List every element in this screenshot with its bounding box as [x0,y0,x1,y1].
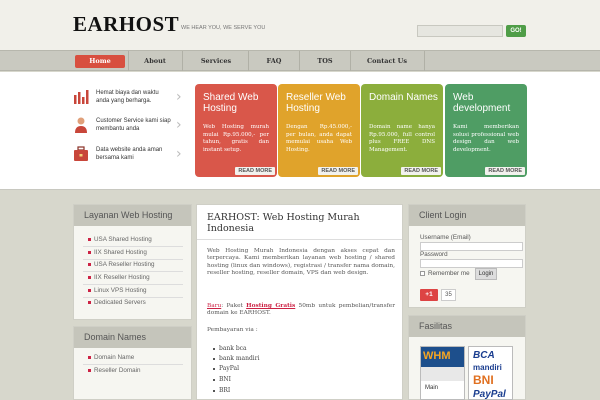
service-box-desc: Dengan Rp.45.000,- per bulan, anda dapat… [286,124,352,153]
feature-text: Hemat biaya dan waktu anda yang berharga… [96,90,159,104]
sidebar-domain-title: Domain Names [74,327,191,348]
google-plus-button[interactable]: +1 [420,289,438,301]
read-more-button[interactable]: READ MORE [235,167,275,175]
intro-paragraph: Web Hosting Murah Indonesia dengan akses… [207,248,395,277]
list-item: BRI [212,387,231,394]
nav-faq[interactable]: FAQ [252,55,296,68]
nav-divider [128,51,129,71]
bni-logo: BNI [473,373,494,387]
username-label: Username (Email) [420,234,471,241]
bar-chart-icon [74,90,89,104]
sidebar-hosting-title: Layanan Web Hosting [74,205,191,226]
read-more-button[interactable]: READ MORE [401,167,441,175]
hosting-gratis-link[interactable]: Hosting Gratis [246,303,295,309]
chevron-right-icon: › [176,146,182,162]
nav-divider [248,51,249,71]
paypal-logo: PayPal [473,389,506,400]
sidebar-item[interactable]: IIX Shared Hosting [88,249,147,256]
sidebar-item[interactable]: Linux VPS Hosting [88,287,147,294]
login-button[interactable]: Login [475,268,497,280]
service-box-title: Web development [453,92,511,114]
feature-text: Customer Service kami siap membantu anda [96,118,171,132]
divider [83,271,183,272]
sidebar-domain-panel: Domain Names [73,326,192,400]
fasilitas-title: Fasilitas [409,316,525,337]
list-item: BNI [212,376,232,383]
whm-screenshot: WHM Main [420,346,465,400]
main-nav: Home About Services FAQ TOS Contact Us [0,50,600,71]
google-plus-count: 35 [441,289,456,301]
read-more-button[interactable]: READ MORE [485,167,525,175]
main-content: EARHOST: Web Hosting Murah Indonesia Web… [196,204,403,400]
username-field[interactable] [420,242,523,251]
chevron-right-icon: › [176,117,182,133]
sidebar-item[interactable]: USA Reseller Hosting [88,261,155,268]
nav-home[interactable]: Home [75,55,125,68]
nav-divider [299,51,300,71]
sidebar-item[interactable]: IIX Reseller Hosting [88,274,150,281]
page-title: EARHOST: Web Hosting Murah Indonesia [207,212,360,234]
remember-me-checkbox[interactable] [420,271,425,276]
header: EARHOST WE HEAR YOU, WE SERVE YOU GO! [0,0,600,50]
service-box-domain[interactable]: Domain Names Domain name hanya Rp.95.000… [361,84,443,177]
service-box-title: Shared Web Hosting [203,92,259,114]
whm-main-label: Main [425,385,439,391]
service-box-desc: Kami memberikan solusi professional web … [453,124,519,153]
divider [83,284,183,285]
bank-logos: BCA mandiri BNI PayPal [468,346,513,400]
nav-services[interactable]: Services [186,55,246,68]
divider [83,297,183,298]
service-box-desc: Domain name hanya Rp.95.000, full contro… [369,124,435,153]
bca-logo: BCA [473,350,495,361]
sidebar-item[interactable]: USA Shared Hosting [88,236,152,243]
nav-divider [182,51,183,71]
nav-divider [350,51,351,71]
whm-header: WHM [421,347,464,367]
site-logo[interactable]: EARHOST [73,12,179,37]
read-more-button[interactable]: READ MORE [318,167,358,175]
whm-menu-bar [421,367,464,381]
search-button[interactable]: GO! [506,25,526,37]
nav-tos[interactable]: TOS [303,55,347,68]
password-label: Password [420,251,448,258]
service-box-reseller[interactable]: Reseller Web Hosting Dengan Rp.45.000,- … [278,84,360,177]
divider [83,364,183,365]
service-box-webdev[interactable]: Web development Kami memberikan solusi p… [445,84,527,177]
chevron-right-icon: › [176,89,182,105]
list-item: bank bca [213,345,247,352]
mandiri-logo: mandiri [473,363,502,372]
search-input[interactable] [417,25,503,37]
divider [197,239,402,240]
service-box-desc: Web Hosting murah mulai Rp.95.000,- per … [203,124,269,153]
promo-new-link[interactable]: Baru [207,303,221,309]
feature-text: Data website anda aman bersama kami [96,147,163,161]
list-item: PayPal [213,365,239,372]
person-icon [75,117,87,133]
nav-about[interactable]: About [131,55,179,68]
divider [83,246,183,247]
whm-logo: WHM [423,350,451,362]
briefcase-icon [74,146,88,161]
site-tagline: WE HEAR YOU, WE SERVE YOU [181,25,266,31]
client-login-title: Client Login [409,205,525,226]
payment-label: Pembayaran via : [207,327,258,333]
list-item: bank mandiri [213,355,260,362]
remember-me-label: Remember me [428,270,470,277]
nav-contact[interactable]: Contact Us [354,55,420,68]
divider [83,259,183,260]
promo-text: : Paket [221,303,247,309]
sidebar-item[interactable]: Domain Name [87,354,134,361]
nav-divider [424,51,425,71]
service-box-shared[interactable]: Shared Web Hosting Web Hosting murah mul… [195,84,277,177]
service-box-title: Reseller Web Hosting [286,92,346,114]
sidebar-item[interactable]: Dedicated Servers [88,299,146,306]
service-box-title: Domain Names [369,92,438,103]
promo-paragraph: Baru: Paket Hosting Gratis 50mb untuk pe… [207,303,395,318]
sidebar-item[interactable]: Reseller Domain [88,367,141,374]
password-field[interactable] [420,259,523,268]
